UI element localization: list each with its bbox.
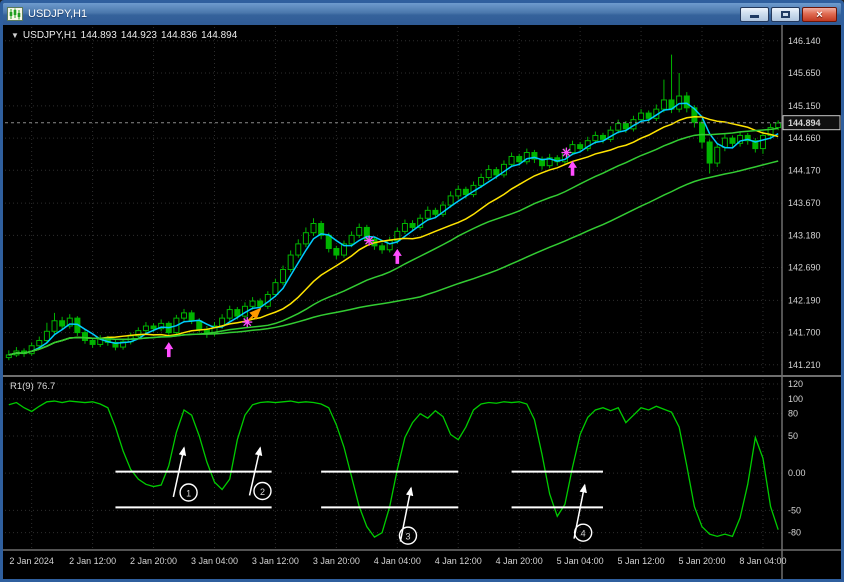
indicator-value: 76.7 [36,381,56,392]
ma-slower [8,160,779,356]
restore-button[interactable] [771,6,800,22]
svg-text:144.170: 144.170 [788,165,821,175]
svg-text:3 Jan 20:00: 3 Jan 20:00 [313,556,360,566]
svg-text:144.660: 144.660 [788,133,821,143]
svg-text:145.650: 145.650 [788,68,821,78]
svg-text:8 Jan 04:00: 8 Jan 04:00 [739,556,786,566]
candlestick-chart-icon [7,7,23,21]
svg-text:2: 2 [260,487,265,497]
svg-text:0.00: 0.00 [788,468,806,478]
time-scale[interactable]: 2 Jan 2024 2 Jan 12:00 2 Jan 20:00 3 Jan 04… [9,556,786,566]
moving-average-lines [8,102,779,356]
svg-text:141.700: 141.700 [788,328,821,338]
close-icon: × [816,8,823,21]
svg-text:142.690: 142.690 [788,263,821,273]
chart-client-area[interactable]: 1 2 3 4 146.140 145.650 145.150 144.660 144.170 1… [3,25,841,579]
chart-ohlc-header: ▼ USDJPY,H1 144.893 144.923 144.836 144.894 [11,30,241,41]
svg-text:3 Jan 12:00: 3 Jan 12:00 [252,556,299,566]
svg-text:5 Jan 04:00: 5 Jan 04:00 [557,556,604,566]
svg-text:120: 120 [788,379,803,389]
svg-text:146.140: 146.140 [788,36,821,46]
svg-text:-50: -50 [788,505,801,515]
svg-text:3: 3 [405,531,410,541]
svg-text:143.670: 143.670 [788,198,821,208]
svg-text:4 Jan 12:00: 4 Jan 12:00 [435,556,482,566]
svg-text:2 Jan 20:00: 2 Jan 20:00 [130,556,177,566]
minimize-button[interactable] [740,6,769,22]
svg-text:2 Jan 2024: 2 Jan 2024 [9,556,54,566]
svg-text:100: 100 [788,394,803,404]
ohlc-close: 144.894 [201,30,238,41]
indicator-line-series [8,400,779,538]
svg-text:143.180: 143.180 [788,230,821,240]
svg-text:5 Jan 12:00: 5 Jan 12:00 [618,556,665,566]
svg-text:4: 4 [581,528,586,538]
ohlc-high: 144.923 [120,30,157,41]
indicator-label: R1(9) 76.7 [10,381,58,392]
svg-text:145.150: 145.150 [788,101,821,111]
current-price-value: 144.894 [788,118,821,128]
buy-arrow-icon [164,342,174,358]
indicator-name: R1(9) [10,381,34,392]
window-title: USDJPY,H1 [28,8,88,20]
chart-canvas[interactable]: 1 23 4146.140145.650145.150144.660144.1701… [3,25,841,579]
chart-symbol-period: USDJPY,H1 [22,30,77,41]
mt4-chart-window: USDJPY,H1 × 1 2 3 4 146.140 145.650 145.150 144… [0,0,844,582]
svg-text:4 Jan 04:00: 4 Jan 04:00 [374,556,421,566]
window-controls: × [738,6,837,22]
svg-text:142.190: 142.190 [788,295,821,305]
ohlc-low: 144.836 [160,30,198,41]
ma-slow [8,127,779,356]
restore-icon [781,10,790,18]
ma-fast [8,102,779,356]
svg-text:2 Jan 12:00: 2 Jan 12:00 [69,556,116,566]
svg-text:-80: -80 [788,528,801,538]
price-scale[interactable]: 146.140 145.650 145.150 144.660 144.170 143.6… [782,36,841,370]
svg-text:4 Jan 20:00: 4 Jan 20:00 [496,556,543,566]
minimize-icon [750,14,759,18]
symbol-collapse-icon[interactable]: ▼ [11,31,19,40]
ma-mid [8,115,779,356]
indicator-annotations: 1 2 3 4 [115,446,603,545]
svg-text:141.210: 141.210 [788,360,821,370]
indicator-scale[interactable]: 120 100 80 50 0.00 -50 -80 [788,379,806,538]
signal-marks [164,147,578,358]
svg-text:1: 1 [186,488,191,498]
svg-text:50: 50 [788,431,798,441]
svg-text:80: 80 [788,409,798,419]
buy-arrow-icon [392,248,402,264]
svg-text:5 Jan 20:00: 5 Jan 20:00 [678,556,725,566]
window-titlebar[interactable]: USDJPY,H1 × [3,3,841,25]
candlestick-series [5,54,782,361]
close-button[interactable]: × [802,6,837,22]
ohlc-open: 144.893 [80,30,117,41]
svg-text:3 Jan 04:00: 3 Jan 04:00 [191,556,238,566]
